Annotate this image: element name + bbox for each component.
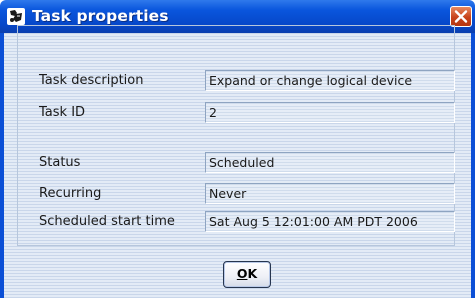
task-description-label: Task description	[39, 73, 144, 88]
task-properties-icon	[7, 8, 25, 25]
ok-button-mnemonic: O	[236, 266, 248, 281]
status-label: Status	[39, 155, 81, 170]
close-icon	[454, 10, 468, 23]
recurring-label: Recurring	[39, 186, 102, 201]
task-id-field[interactable]: 2	[205, 102, 455, 123]
ok-button[interactable]: OK	[223, 261, 271, 288]
task-id-label: Task ID	[39, 105, 86, 120]
close-button[interactable]	[450, 6, 472, 27]
ok-button-label: K	[247, 266, 258, 281]
recurring-field[interactable]: Never	[205, 183, 455, 204]
task-description-field[interactable]: Expand or change logical device	[205, 70, 455, 91]
task-properties-dialog: Task properties Task description Expand …	[0, 0, 475, 298]
scheduled-start-time-field[interactable]: Sat Aug 5 12:01:00 AM PDT 2006	[205, 211, 455, 232]
window-title: Task properties	[32, 7, 169, 25]
status-field[interactable]: Scheduled	[205, 152, 455, 173]
scheduled-start-time-label: Scheduled start time	[39, 214, 175, 229]
